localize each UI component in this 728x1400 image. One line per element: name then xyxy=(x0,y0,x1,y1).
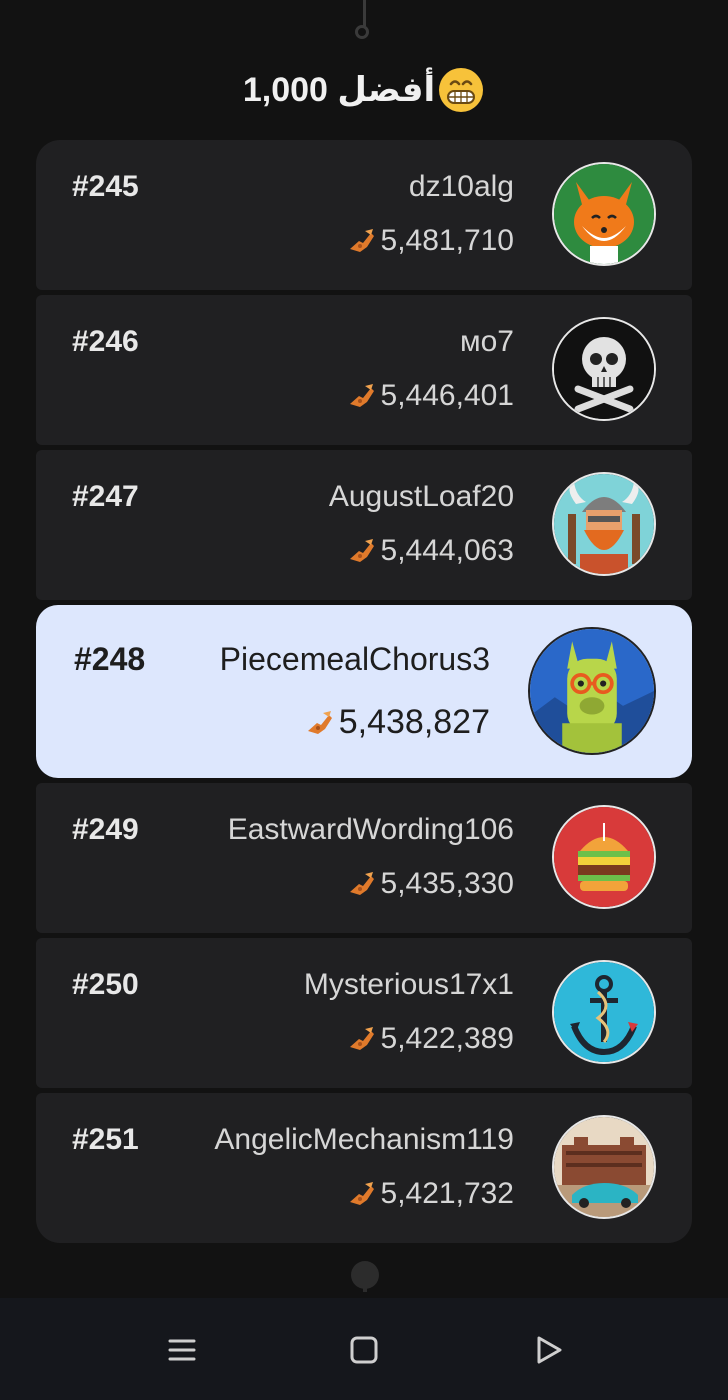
leaderboard-row[interactable]: #249 EastwardWording106 5,435,330 xyxy=(36,783,692,933)
coin-hand-icon xyxy=(349,539,374,562)
player-score: 5,438,827 xyxy=(305,703,490,742)
back-button[interactable] xyxy=(526,1328,570,1372)
score-value: 5,446,401 xyxy=(380,379,514,412)
llama-avatar-icon[interactable] xyxy=(528,627,656,755)
leaderboard-row[interactable]: #250 Mysterious17x1 5,422,389 xyxy=(36,938,692,1088)
score-value: 5,421,732 xyxy=(380,1177,514,1210)
player-score: 5,444,063 xyxy=(347,534,514,568)
leaderboard-row[interactable]: #246 мо7 5,446,401 xyxy=(36,295,692,445)
coin-hand-icon xyxy=(349,384,374,407)
rank-label: #250 xyxy=(72,968,139,1001)
rank-label: #249 xyxy=(72,813,139,846)
player-score: 5,422,389 xyxy=(347,1022,514,1056)
leaderboard-row-current-user[interactable]: #248 PiecemealChorus3 5,438,827 xyxy=(36,605,692,778)
skull-crossbones-avatar-icon[interactable] xyxy=(552,317,656,421)
leaderboard-row[interactable]: #251 AngelicMechanism119 5,421,732 xyxy=(36,1093,692,1243)
coin-hand-icon xyxy=(349,1182,374,1205)
score-value: 5,422,389 xyxy=(380,1022,514,1055)
player-name: Mysterious17x1 xyxy=(303,968,514,1001)
coin-hand-icon xyxy=(349,1027,374,1050)
score-value: 5,444,063 xyxy=(380,534,514,567)
home-square-icon xyxy=(350,1336,378,1364)
viking-avatar-icon[interactable] xyxy=(552,472,656,576)
coin-hand-icon xyxy=(307,710,332,734)
player-name: AugustLoaf20 xyxy=(328,480,514,513)
leaderboard-list: #245 dz10alg 5,481,710 #246 мо7 5,446,40… xyxy=(36,140,692,1248)
system-navigation-bar xyxy=(0,1298,728,1400)
scroll-indicator-tail xyxy=(363,1282,367,1292)
car-building-avatar-icon[interactable] xyxy=(552,1115,656,1219)
player-name: PiecemealChorus3 xyxy=(219,641,490,677)
player-score: 5,435,330 xyxy=(347,867,514,901)
score-value: 5,435,330 xyxy=(380,867,514,900)
fox-avatar-icon[interactable] xyxy=(552,162,656,266)
coin-hand-icon xyxy=(349,229,374,252)
pendant-ring xyxy=(355,25,369,39)
player-name: EastwardWording106 xyxy=(227,813,514,846)
rank-label: #248 xyxy=(74,641,146,677)
grinning-face-icon xyxy=(439,68,484,112)
player-name: dz10alg xyxy=(408,170,514,203)
rank-label: #245 xyxy=(72,170,139,203)
player-score: 5,446,401 xyxy=(347,379,514,413)
player-score: 5,421,732 xyxy=(347,1177,514,1211)
score-value: 5,438,827 xyxy=(338,703,490,741)
back-triangle-icon xyxy=(537,1336,562,1364)
page-title: 1,000 أفضل xyxy=(0,62,728,118)
menu-icon xyxy=(168,1339,196,1361)
menu-button[interactable] xyxy=(160,1328,204,1372)
home-button[interactable] xyxy=(342,1328,386,1372)
anchor-avatar-icon[interactable] xyxy=(552,960,656,1064)
burger-avatar-icon[interactable] xyxy=(552,805,656,909)
player-name: мо7 xyxy=(460,325,514,358)
page-title-text: 1,000 أفضل xyxy=(242,71,436,109)
leaderboard-row[interactable]: #247 AugustLoaf20 5,444,063 xyxy=(36,450,692,600)
coin-hand-icon xyxy=(349,872,374,895)
score-value: 5,481,710 xyxy=(380,224,514,257)
rank-label: #251 xyxy=(72,1123,139,1156)
rank-label: #247 xyxy=(72,480,139,513)
rank-label: #246 xyxy=(72,325,139,358)
player-score: 5,481,710 xyxy=(347,224,514,258)
leaderboard-row[interactable]: #245 dz10alg 5,481,710 xyxy=(36,140,692,290)
pendant-line xyxy=(363,0,366,26)
player-name: AngelicMechanism119 xyxy=(214,1123,514,1156)
leaderboard-screen: 1,000 أفضل #245 dz10alg 5,481,710 #246 м… xyxy=(0,0,728,1400)
